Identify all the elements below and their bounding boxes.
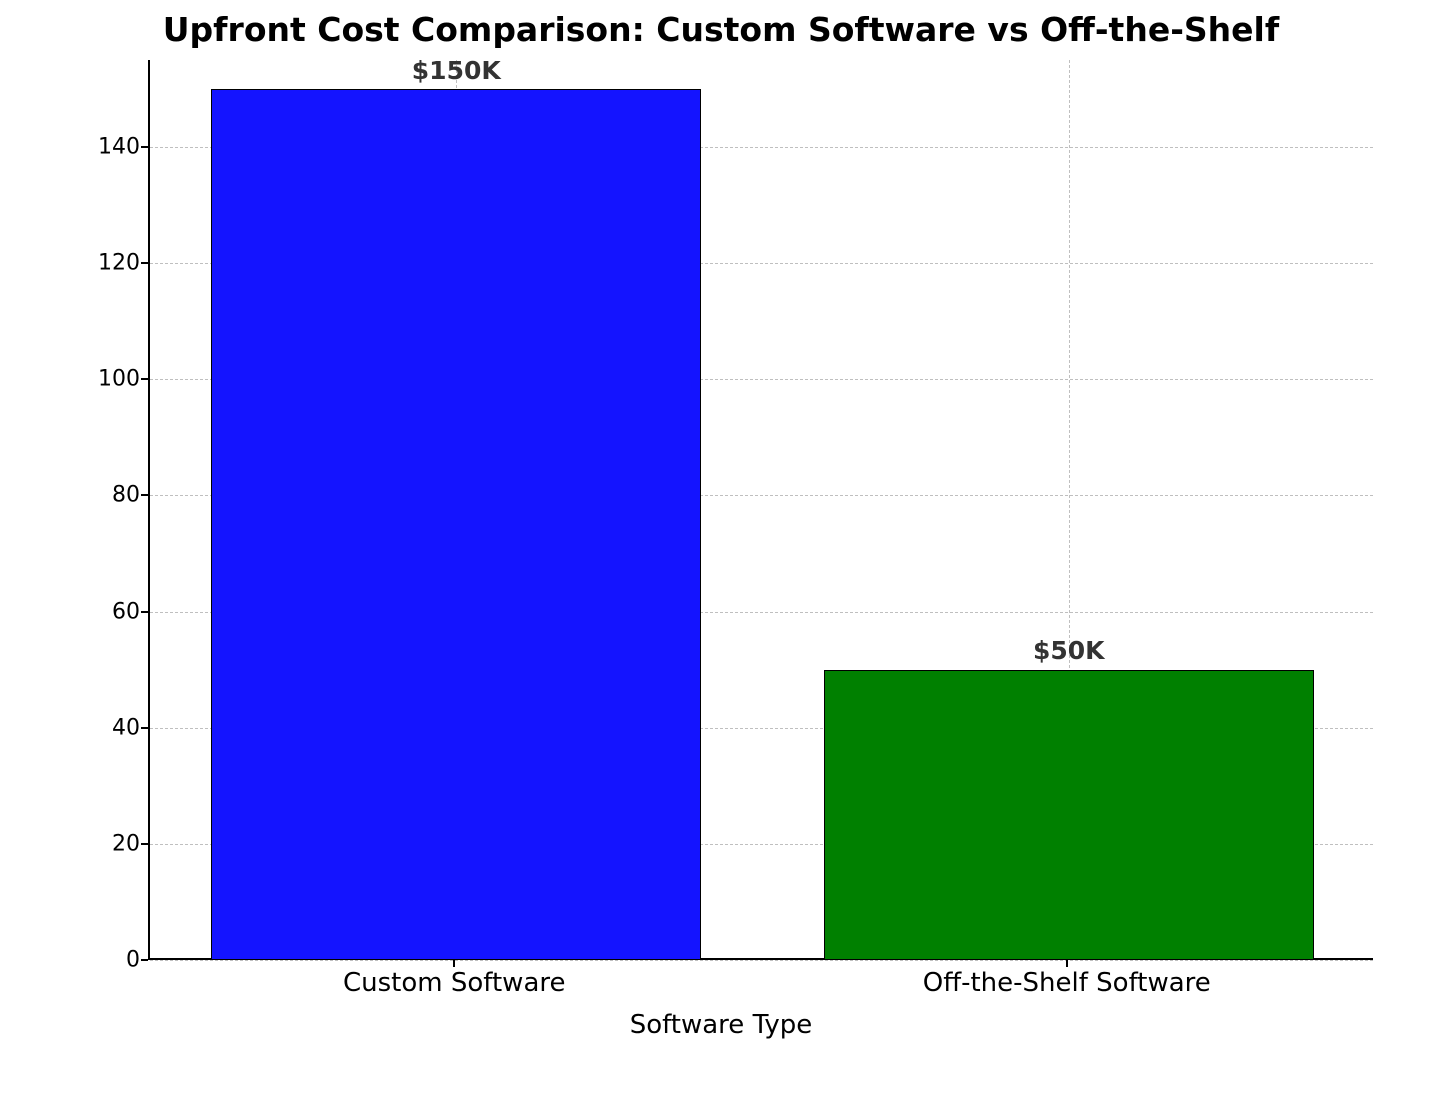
tick-mark [453,960,455,967]
x-tick-label: Off-the-Shelf Software [923,968,1211,998]
tick-mark [141,727,148,729]
y-tick-label: 0 [80,948,140,973]
y-tick-label: 140 [80,135,140,160]
x-axis-label: Software Type [0,1010,1442,1040]
bar-label-custom: $150K [412,56,501,85]
y-tick-label: 60 [80,599,140,624]
y-tick-label: 120 [80,251,140,276]
tick-mark [1066,960,1068,967]
y-tick-label: 100 [80,367,140,392]
chart-title: Upfront Cost Comparison: Custom Software… [0,10,1442,49]
tick-mark [141,378,148,380]
tick-mark [141,959,148,961]
tick-mark [141,611,148,613]
tick-mark [141,494,148,496]
grid-line [150,960,1373,961]
plot-area: $150K $50K [148,60,1373,960]
bar-label-ots: $50K [1033,636,1105,665]
tick-mark [141,843,148,845]
chart-container: Upfront Cost Comparison: Custom Software… [0,0,1442,1101]
y-tick-label: 40 [80,715,140,740]
bar-off-the-shelf-software [824,670,1314,960]
bar-custom-software [211,89,701,960]
tick-mark [141,146,148,148]
y-tick-label: 20 [80,831,140,856]
y-tick-label: 80 [80,483,140,508]
x-tick-label: Custom Software [343,968,566,998]
tick-mark [141,262,148,264]
